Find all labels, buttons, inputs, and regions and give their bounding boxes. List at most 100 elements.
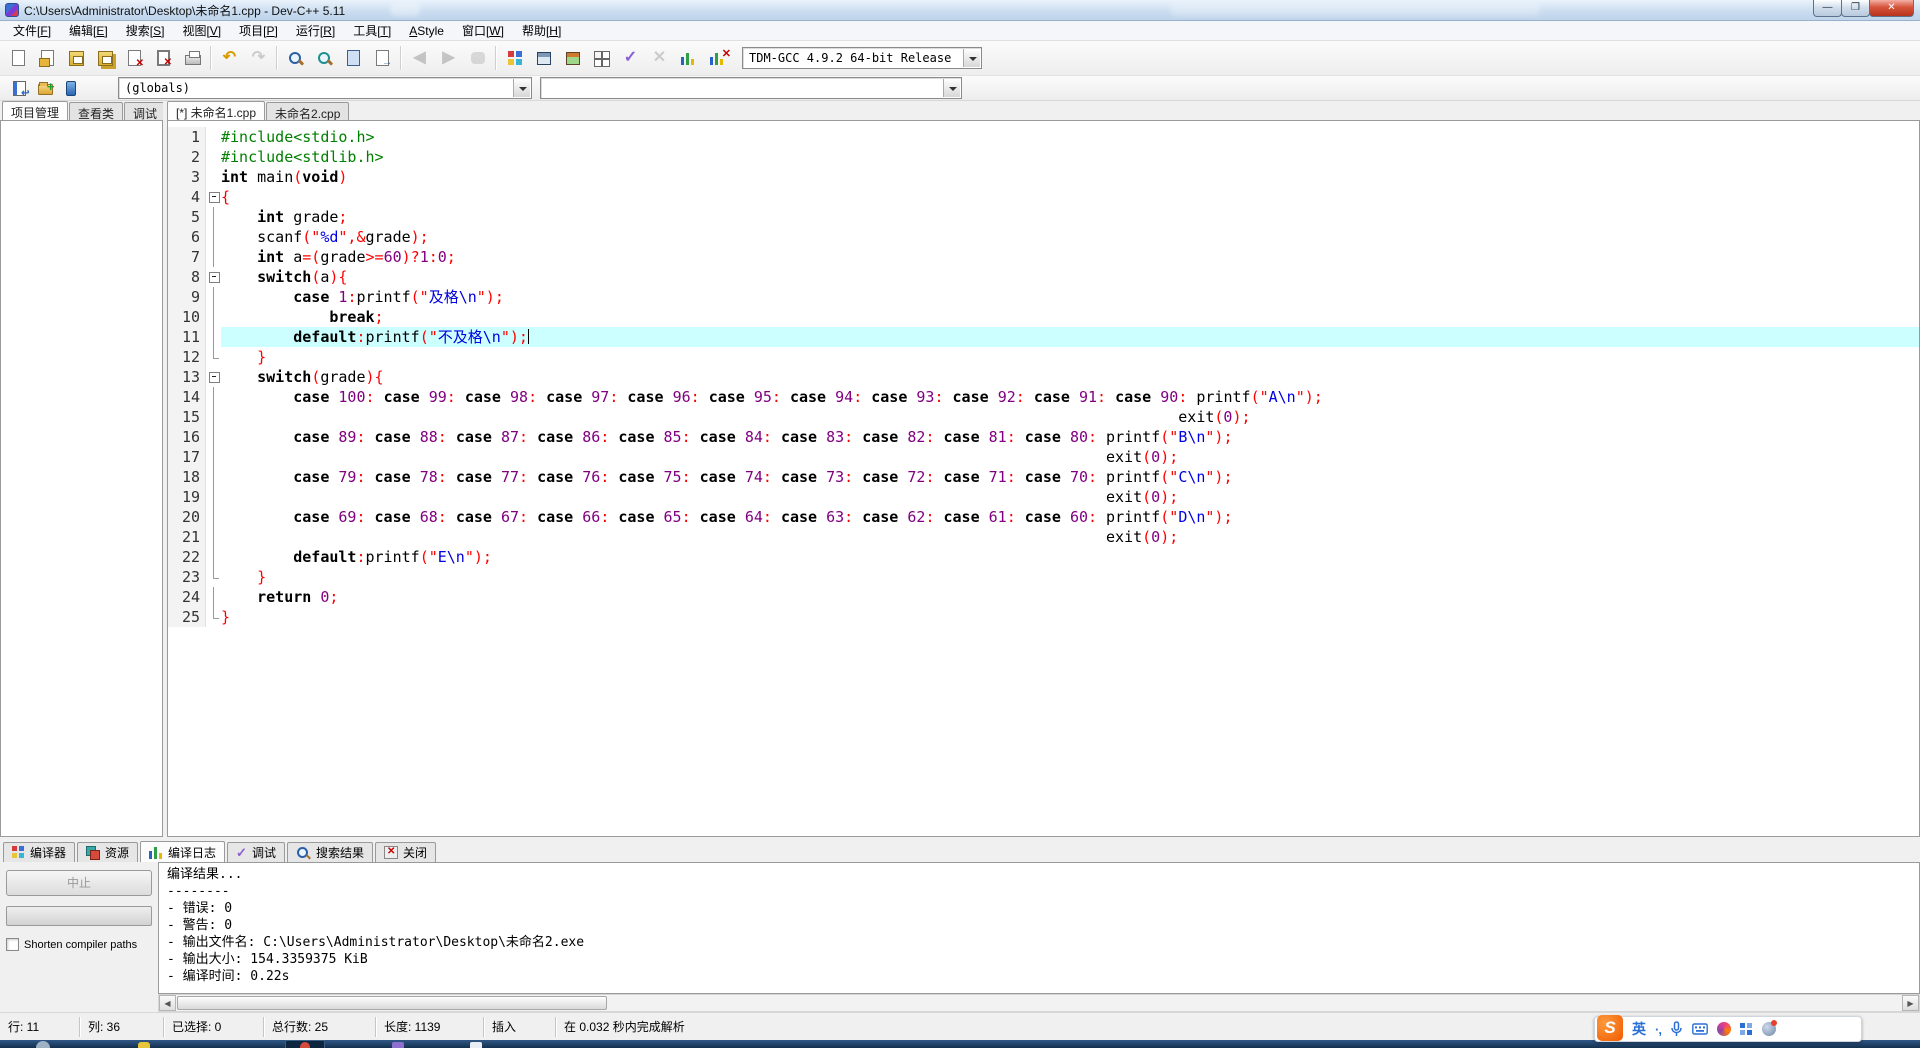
- nav-forward-button[interactable]: ▶: [434, 44, 463, 72]
- project-panel-tab[interactable]: 项目管理: [2, 101, 69, 120]
- code-text[interactable]: int main(void): [221, 167, 1919, 187]
- bottom-tab-log[interactable]: 编译日志: [140, 841, 226, 862]
- code-line[interactable]: 25}: [168, 607, 1919, 627]
- fold-toggle-icon[interactable]: [206, 267, 221, 287]
- find-next-button[interactable]: [368, 44, 397, 72]
- line-number[interactable]: 5: [168, 207, 206, 227]
- globals-select[interactable]: (globals): [118, 77, 532, 99]
- ime-mode-indicator[interactable]: 英: [1632, 1019, 1646, 1039]
- bottom-tab-close[interactable]: 关闭: [374, 842, 436, 862]
- scrollbar-thumb[interactable]: [177, 996, 607, 1010]
- profile-button[interactable]: [674, 44, 703, 72]
- settings-icon[interactable]: [1761, 1020, 1777, 1036]
- compile-button[interactable]: [500, 44, 529, 72]
- code-text[interactable]: break;: [221, 307, 1919, 327]
- abort-button[interactable]: ✕: [645, 44, 674, 72]
- replace-button[interactable]: [310, 44, 339, 72]
- menu-item[interactable]: 编辑[E]: [60, 20, 117, 41]
- code-text[interactable]: case 79: case 78: case 77: case 76: case…: [221, 467, 1919, 487]
- code-text[interactable]: switch(grade){: [221, 367, 1919, 387]
- line-number[interactable]: 17: [168, 447, 206, 467]
- code-line[interactable]: 7 int a=(grade>=60)?1:0;: [168, 247, 1919, 267]
- rebuild-button[interactable]: [587, 44, 616, 72]
- mic-icon[interactable]: [1670, 1021, 1683, 1037]
- code-line[interactable]: 10 break;: [168, 307, 1919, 327]
- line-number[interactable]: 19: [168, 487, 206, 507]
- menu-item[interactable]: 帮助[H]: [513, 20, 570, 41]
- fold-toggle-icon[interactable]: [206, 187, 221, 207]
- taskbar-item[interactable]: [392, 1042, 404, 1048]
- new-file-button[interactable]: [4, 44, 33, 72]
- compile-log-output[interactable]: 编译结果... -------- - 错误: 0 - 警告: 0 - 输出文件名: C:…: [158, 862, 1920, 994]
- code-text[interactable]: exit(0);: [221, 407, 1919, 427]
- code-text[interactable]: return 0;: [221, 587, 1919, 607]
- code-line[interactable]: 1 #include<stdio.h>: [168, 127, 1919, 147]
- taskbar-item[interactable]: [300, 1042, 310, 1048]
- code-text[interactable]: int grade;: [221, 207, 1919, 227]
- code-text[interactable]: }: [221, 347, 1919, 367]
- line-number[interactable]: 20: [168, 507, 206, 527]
- code-line[interactable]: 15 exit(0);: [168, 407, 1919, 427]
- line-number[interactable]: 16: [168, 427, 206, 447]
- code-line[interactable]: 20 case 69: case 68: case 67: case 66: c…: [168, 507, 1919, 527]
- menu-item[interactable]: 窗口[W]: [453, 20, 513, 41]
- code-text[interactable]: int a=(grade>=60)?1:0;: [221, 247, 1919, 267]
- code-line[interactable]: 18 case 79: case 78: case 77: case 76: c…: [168, 467, 1919, 487]
- code-text[interactable]: scanf("%d",&grade);: [221, 227, 1919, 247]
- keyboard-icon[interactable]: [1692, 1023, 1708, 1035]
- code-line[interactable]: 13 switch(grade){: [168, 367, 1919, 387]
- minimize-button[interactable]: —: [1813, 0, 1842, 17]
- line-number[interactable]: 1: [168, 127, 206, 147]
- bottom-tab-search[interactable]: 搜索结果: [286, 842, 373, 862]
- line-number[interactable]: 15: [168, 407, 206, 427]
- nav-stop-button[interactable]: [463, 44, 492, 72]
- start-orb[interactable]: [36, 1041, 50, 1048]
- print-button[interactable]: [178, 44, 207, 72]
- code-line[interactable]: 22 default:printf("E\n");: [168, 547, 1919, 567]
- line-number[interactable]: 4: [168, 187, 206, 207]
- save-button[interactable]: [62, 44, 91, 72]
- code-line[interactable]: 23 }: [168, 567, 1919, 587]
- taskbar-item[interactable]: [470, 1042, 482, 1048]
- scroll-left-arrow[interactable]: ◀: [159, 995, 176, 1011]
- code-line[interactable]: 16 case 89: case 88: case 87: case 86: c…: [168, 427, 1919, 447]
- bottom-tab-resources[interactable]: 资源: [77, 842, 139, 862]
- bottom-tab-debug[interactable]: 调试: [227, 842, 285, 862]
- undo-button[interactable]: ↶: [215, 44, 244, 72]
- code-line[interactable]: 24 return 0;: [168, 587, 1919, 607]
- editor-tab[interactable]: 未命名2.cpp: [266, 102, 350, 121]
- menu-item[interactable]: 视图[V]: [173, 20, 230, 41]
- menu-item[interactable]: 文件[F]: [4, 20, 60, 41]
- code-text[interactable]: }: [221, 607, 1919, 627]
- menu-item[interactable]: 搜索[S]: [117, 20, 174, 41]
- abort-compile-button[interactable]: 中止: [6, 870, 152, 896]
- code-text[interactable]: default:printf("不及格\n");: [221, 327, 1919, 347]
- open-file-button[interactable]: [33, 44, 62, 72]
- taskbar-item[interactable]: [138, 1042, 150, 1048]
- run-button[interactable]: [529, 44, 558, 72]
- project-panel-tab[interactable]: 调试: [124, 102, 167, 121]
- add-to-project-button[interactable]: [32, 77, 58, 99]
- line-number[interactable]: 10: [168, 307, 206, 327]
- sogou-logo-icon[interactable]: S: [1597, 1014, 1623, 1041]
- horizontal-scrollbar[interactable]: ◀ ▶: [158, 994, 1920, 1012]
- code-text[interactable]: #include<stdlib.h>: [221, 147, 1919, 167]
- code-line[interactable]: 8 switch(a){: [168, 267, 1919, 287]
- compiler-select[interactable]: TDM-GCC 4.9.2 64-bit Release: [742, 47, 982, 69]
- code-text[interactable]: case 100: case 99: case 98: case 97: cas…: [221, 387, 1919, 407]
- bottom-tab-compiler[interactable]: 编译器: [3, 842, 76, 862]
- menu-item[interactable]: 项目[P]: [230, 20, 287, 41]
- redo-button[interactable]: ↷: [244, 44, 273, 72]
- code-text[interactable]: exit(0);: [221, 487, 1919, 507]
- code-text[interactable]: {: [221, 187, 1919, 207]
- menu-item[interactable]: 运行[R]: [287, 20, 344, 41]
- code-line[interactable]: 4{: [168, 187, 1919, 207]
- line-number[interactable]: 8: [168, 267, 206, 287]
- code-line[interactable]: 5 int grade;: [168, 207, 1919, 227]
- menu-item[interactable]: 工具[T]: [344, 20, 400, 41]
- line-number[interactable]: 6: [168, 227, 206, 247]
- code-text[interactable]: case 1:printf("及格\n");: [221, 287, 1919, 307]
- scroll-right-arrow[interactable]: ▶: [1902, 995, 1919, 1011]
- code-line[interactable]: 6 scanf("%d",&grade);: [168, 227, 1919, 247]
- line-number[interactable]: 2: [168, 147, 206, 167]
